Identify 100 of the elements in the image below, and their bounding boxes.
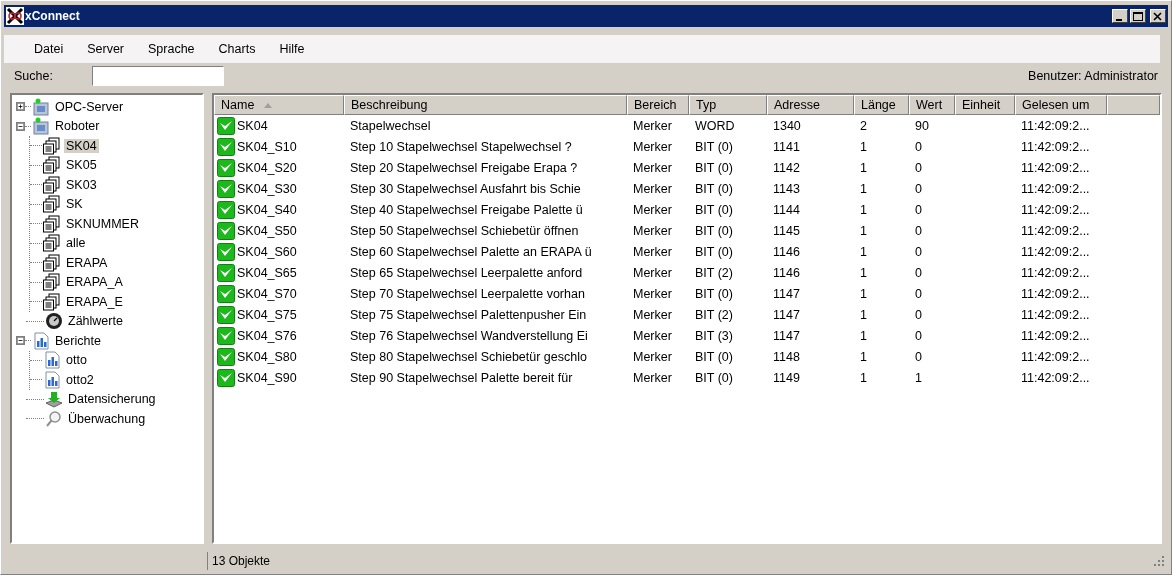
table-cell-text: BIT (0)	[694, 223, 734, 238]
table-cell-text: 0	[914, 286, 923, 301]
table-cell-text: 11:42:09:2...	[1020, 265, 1091, 280]
close-button[interactable]	[1150, 9, 1166, 23]
tree-item[interactable]: ERAPA_A	[64, 275, 125, 290]
table-cell-text: WORD	[694, 118, 736, 133]
table-cell-text: 0	[914, 139, 923, 154]
table-cell-text: 1145	[772, 223, 801, 238]
expand-toggle[interactable]	[16, 336, 25, 346]
table-cell-text: BIT (0)	[694, 181, 734, 196]
column-header[interactable]: Typ	[689, 95, 767, 115]
table-cell-text: Step 60 Stapelwechsel Palette an ERAPA ü	[349, 244, 593, 259]
maximize-icon	[1132, 10, 1144, 22]
column-header[interactable]: Wert	[909, 95, 955, 115]
tree-item[interactable]: Zählwerte	[66, 314, 125, 329]
search-field[interactable]	[92, 66, 224, 86]
table-cell-text: 1	[859, 160, 868, 175]
table-cell: SK04_S40	[237, 202, 297, 217]
table-cell-text: Merker	[632, 244, 673, 259]
tree-item[interactable]: ERAPA	[64, 255, 110, 270]
server-icon	[31, 117, 51, 136]
table-cell-text: 1340	[772, 118, 802, 133]
table-cell-text: 1	[859, 349, 868, 364]
table-cell-text: BIT (0)	[694, 349, 734, 364]
table-cell-text: Step 30 Stapelwechsel Ausfahrt bis Schie	[349, 181, 582, 196]
table-cell-text: Step 40 Stapelwechsel Freigabe Palette ü	[349, 202, 584, 217]
tree-item[interactable]: Berichte	[53, 333, 103, 348]
table-cell-text: Merker	[632, 328, 673, 343]
table-cell-text: 1146	[772, 244, 801, 259]
table-cell: SK04_S65	[237, 265, 297, 280]
document-stack-icon	[42, 234, 62, 253]
menu-item[interactable]: Hilfe	[267, 42, 317, 56]
maximize-button[interactable]	[1130, 9, 1146, 23]
table-cell: SK04_S20	[237, 160, 297, 175]
tree-item[interactable]: SK	[64, 197, 85, 212]
column-header[interactable]: Adresse	[767, 95, 854, 115]
table-cell-text: Step 50 Stapelwechsel Schiebetür öffnen	[349, 223, 580, 238]
column-header[interactable]: Gelesen um	[1015, 95, 1107, 115]
column-header[interactable]: Name	[214, 95, 344, 115]
table-cell-text: 11:42:09:2...	[1020, 328, 1091, 343]
table-cell-text: Merker	[632, 160, 673, 175]
table-cell-text: 90	[914, 118, 930, 133]
table-cell-text: 0	[914, 265, 923, 280]
table-cell: SK04_S60	[237, 244, 297, 259]
column-header[interactable]: Einheit	[955, 95, 1015, 115]
tree-item[interactable]: ERAPA_E	[64, 294, 125, 309]
table-cell-text: 1141	[772, 139, 801, 154]
table-cell: SK04_S30	[237, 181, 297, 196]
tree-item[interactable]: SK04	[64, 138, 99, 153]
column-header[interactable]: Beschreibung	[344, 95, 627, 115]
table-cell-text: 11:42:09:2...	[1020, 286, 1091, 301]
table-cell-text: 1144	[772, 202, 801, 217]
table-cell-text: 11:42:09:2...	[1020, 202, 1091, 217]
minimize-button[interactable]	[1112, 9, 1128, 23]
table-cell-text: Merker	[632, 370, 673, 385]
tree-item[interactable]: Roboter	[53, 119, 102, 134]
window-title: xConnect	[25, 9, 81, 23]
column-header[interactable]: Länge	[854, 95, 909, 115]
table-cell-text: 1	[914, 370, 923, 385]
table-cell-text: BIT (2)	[694, 307, 734, 322]
column-header[interactable]: Bereich	[627, 95, 689, 115]
table-cell-text: BIT (0)	[694, 139, 734, 154]
table-cell-text: 0	[914, 307, 923, 322]
expand-toggle[interactable]	[16, 102, 25, 112]
tree-item[interactable]: Überwachung	[66, 411, 148, 426]
expand-toggle[interactable]	[16, 121, 25, 131]
table-cell-text: Step 80 Stapelwechsel Schiebetür geschlo	[349, 349, 588, 364]
table-cell-text: 1149	[772, 370, 801, 385]
table-cell-text: 1	[859, 328, 868, 343]
menu-item[interactable]: Sprache	[136, 42, 207, 56]
table-cell-text: 11:42:09:2...	[1020, 349, 1091, 364]
table-cell-text: 1142	[772, 160, 801, 175]
menu-item[interactable]: Datei	[22, 42, 76, 56]
gauge-icon	[44, 312, 64, 331]
table-cell-text: BIT (0)	[694, 160, 734, 175]
tree-item[interactable]: OPC-Server	[53, 99, 126, 114]
table-cell: SK04_S10	[237, 139, 297, 154]
menu-item[interactable]: Server	[75, 42, 136, 56]
table-cell-text: Step 10 Stapelwechsel Stapelwechsel ?	[349, 139, 573, 154]
app-logo-icon	[6, 7, 24, 25]
table-cell-text: BIT (0)	[694, 370, 734, 385]
table-cell-text: 11:42:09:2...	[1020, 244, 1091, 259]
tree-item[interactable]: SK03	[64, 177, 99, 192]
table-cell-text: 11:42:09:2...	[1020, 118, 1091, 133]
table-cell-text: BIT (0)	[694, 244, 734, 259]
table-cell-text: 1146	[772, 265, 801, 280]
table-cell-text: Merker	[632, 223, 673, 238]
table-cell-text: Step 65 Stapelwechsel Leerpalette anford	[349, 265, 584, 280]
tree-item[interactable]: alle	[64, 236, 88, 251]
tree-item[interactable]: otto	[64, 353, 89, 368]
tree-item[interactable]: SK05	[64, 158, 99, 173]
table-cell-text: 1147	[772, 307, 801, 322]
table-cell-text: 11:42:09:2...	[1020, 181, 1091, 196]
tree-item[interactable]: Datensicherung	[66, 392, 158, 407]
tree-item[interactable]: otto2	[64, 372, 96, 387]
table-cell-text: Merker	[632, 286, 673, 301]
close-icon	[1152, 10, 1164, 22]
menu-item[interactable]: Charts	[206, 42, 268, 56]
chart-document-icon	[31, 331, 51, 350]
tree-item[interactable]: SKNUMMER	[64, 216, 141, 231]
